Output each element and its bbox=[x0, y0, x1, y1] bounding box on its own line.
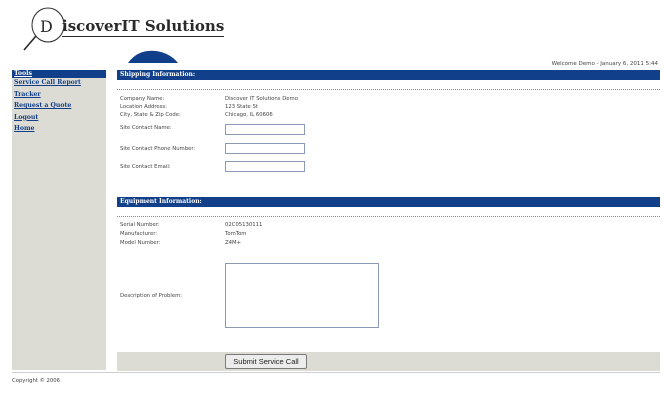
manufacturer-label: Manufacturer: bbox=[120, 231, 158, 237]
shipping-section-header: Shipping Information: bbox=[117, 70, 660, 80]
site-contact-phone-label: Site Contact Phone Number: bbox=[120, 146, 196, 152]
serial-number-value: 02C05130111 bbox=[225, 222, 263, 228]
serial-number-label: Serial Number: bbox=[120, 222, 160, 228]
problem-description-label: Description of Problem: bbox=[120, 293, 183, 299]
location-address-value: 123 State St bbox=[225, 104, 258, 110]
company-name-value: Discover IT Solutions Demo bbox=[225, 96, 298, 102]
equipment-section-header: Equipment Information: bbox=[117, 197, 660, 207]
equipment-section-title: Equipment Information: bbox=[120, 198, 202, 205]
shipping-section-title: Shipping Information: bbox=[120, 71, 196, 78]
welcome-message: Welcome Demo - January 6, 2011 5:44 bbox=[551, 61, 658, 67]
city-state-zip-value: Chicago, IL 60606 bbox=[225, 112, 273, 118]
model-number-value: Z4M+ bbox=[225, 240, 242, 246]
logo-text: iscoverIT Solutions bbox=[62, 17, 225, 37]
site-contact-name-input[interactable] bbox=[225, 124, 305, 135]
form-actions-bar bbox=[117, 352, 660, 371]
location-address-label: Location Address: bbox=[120, 104, 167, 110]
sidebar-item-service-call-report[interactable]: Service Call Report bbox=[12, 79, 106, 87]
site-contact-email-input[interactable] bbox=[225, 161, 305, 172]
svg-text:D: D bbox=[40, 17, 53, 36]
company-name-label: Company Name: bbox=[120, 96, 165, 102]
banner-wave-graphic bbox=[128, 50, 178, 63]
copyright-text: Copyright © 2006 bbox=[12, 378, 61, 384]
city-state-zip-label: City, State & Zip Code: bbox=[120, 112, 181, 118]
sidebar-item-logout[interactable]: Logout bbox=[12, 114, 106, 122]
sidebar-item-request-a-quote[interactable]: Request a Quote bbox=[12, 102, 106, 110]
section-divider bbox=[117, 216, 660, 217]
problem-description-textarea[interactable] bbox=[225, 263, 379, 328]
site-contact-name-label: Site Contact Name: bbox=[120, 125, 172, 131]
footer-divider bbox=[12, 372, 660, 373]
sidebar-header: Tools bbox=[12, 70, 106, 78]
manufacturer-value: TomTom bbox=[225, 231, 247, 237]
section-divider bbox=[117, 89, 660, 90]
model-number-label: Model Number: bbox=[120, 240, 161, 246]
service-call-form: Shipping Information: Company Name: Disc… bbox=[117, 70, 660, 371]
left-sidebar: Tools Service Call Report Tracker Reques… bbox=[12, 70, 106, 370]
site-contact-phone-input[interactable] bbox=[225, 143, 305, 154]
sidebar-item-tools[interactable]: Tools bbox=[12, 70, 106, 78]
submit-service-call-button[interactable]: Submit Service Call bbox=[225, 354, 307, 369]
sidebar-item-home[interactable]: Home bbox=[12, 125, 106, 133]
sidebar-item-tracker[interactable]: Tracker bbox=[12, 91, 106, 99]
company-logo: D iscoverIT Solutions bbox=[18, 4, 225, 52]
site-contact-email-label: Site Contact Email: bbox=[120, 164, 171, 170]
